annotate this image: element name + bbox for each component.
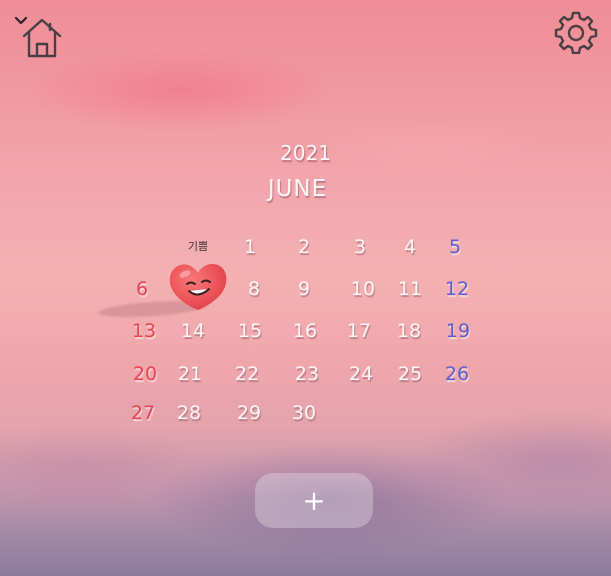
day-cell[interactable]: 9 [281,274,327,304]
day-cell-saturday[interactable]: 19 [435,316,481,346]
gear-icon [554,11,598,55]
day-cell-sunday[interactable]: 20 [122,359,168,389]
day-cell[interactable]: 15 [227,316,273,346]
settings-button[interactable] [554,10,598,55]
day-cell[interactable]: 30 [281,398,327,428]
day-cell[interactable]: 16 [282,316,328,346]
day-cell[interactable]: 4 [387,232,433,262]
day-cell[interactable]: 29 [226,398,272,428]
day-cell[interactable]: 17 [336,316,382,346]
day-cell[interactable]: 25 [387,359,433,389]
month-label: JUNE [267,176,328,202]
day-cell[interactable]: 23 [284,359,330,389]
mood-sticker[interactable] [165,258,231,314]
day-cell[interactable]: 11 [387,274,433,304]
day-cell-saturday[interactable]: 26 [434,359,480,389]
home-icon [14,16,62,58]
day-cell-sunday[interactable]: 27 [120,398,166,428]
day-cell-saturday[interactable]: 12 [434,274,480,304]
day-cell[interactable]: 28 [166,398,212,428]
day-cell[interactable]: 24 [338,359,384,389]
day-cell[interactable]: 8 [231,274,277,304]
day-cell-sunday[interactable]: 13 [121,316,167,346]
smiling-heart-icon [169,264,227,310]
day-cell-saturday[interactable]: 5 [432,232,478,262]
day-cell[interactable]: 3 [337,232,383,262]
year-label: 2021 [280,141,331,165]
add-entry-button[interactable]: + [255,473,373,528]
day-cell[interactable]: 21 [167,359,213,389]
day-cell[interactable]: 2 [281,232,327,262]
day-cell[interactable]: 22 [224,359,270,389]
day-cell[interactable]: 14 [170,316,216,346]
day-cell[interactable]: 18 [386,316,432,346]
home-button[interactable] [14,12,66,60]
calendar-screen: 2021 JUNE 기쁨 1 2 3 4 5 6 7 8 9 10 11 12 … [0,0,611,576]
day-cell[interactable]: 10 [340,274,386,304]
day-cell-sunday[interactable]: 6 [119,274,165,304]
day-cell[interactable]: 1 [227,232,273,262]
chevron-down-icon [14,16,28,25]
mood-label: 기쁨 [187,240,209,253]
